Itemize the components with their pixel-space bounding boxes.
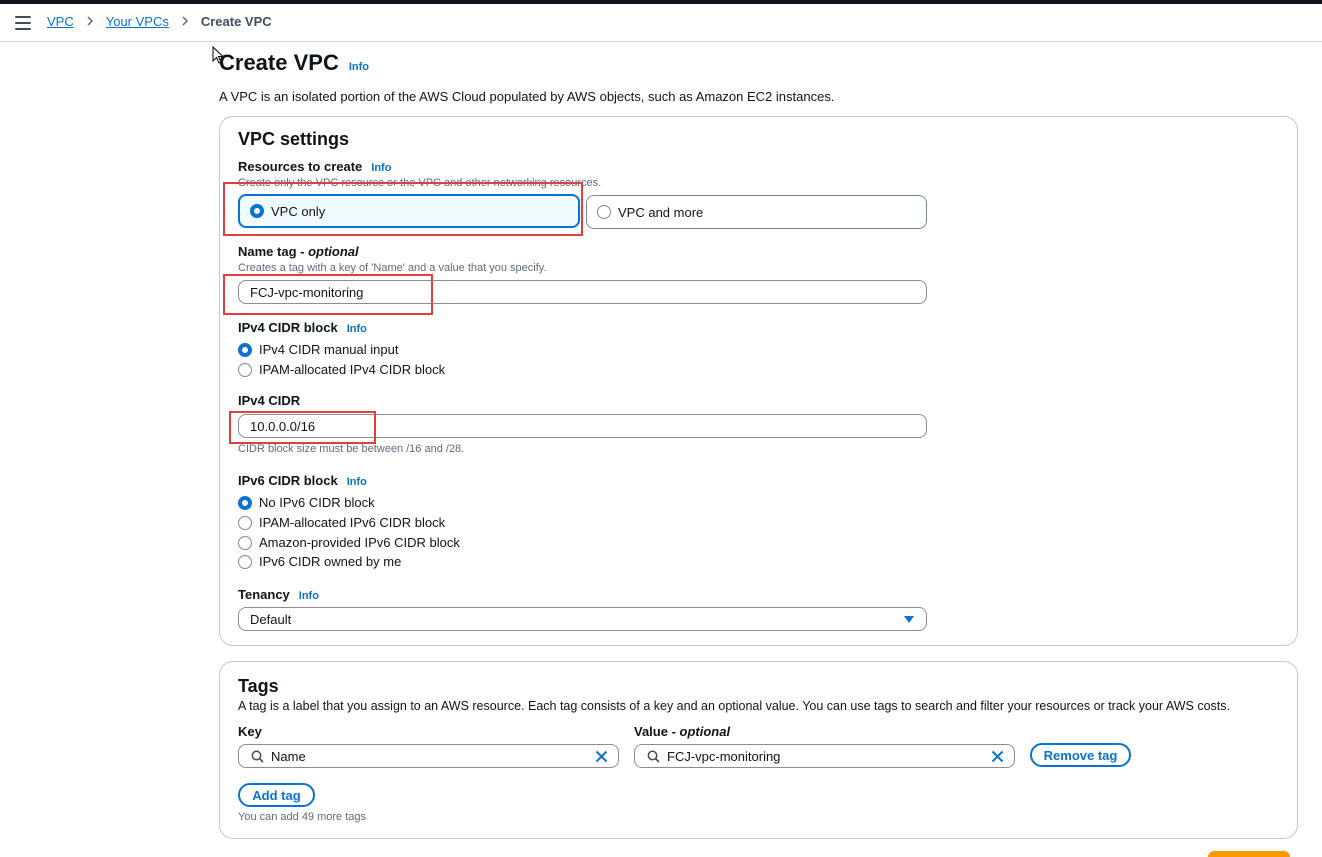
search-icon	[647, 750, 660, 763]
radio-icon	[250, 204, 264, 218]
create-vpc-button-edge[interactable]	[1208, 851, 1290, 857]
menu-icon[interactable]	[15, 16, 31, 30]
ipv4-ipam-label: IPAM-allocated IPv4 CIDR block	[259, 362, 446, 377]
chevron-right-icon	[181, 14, 189, 29]
radio-icon	[238, 342, 252, 357]
page-title: Create VPC Info	[219, 50, 369, 76]
ipv6-ipam-radio[interactable]: IPAM-allocated IPv6 CIDR block	[238, 515, 445, 530]
page-info-link[interactable]: Info	[349, 61, 369, 73]
radio-icon	[238, 535, 252, 550]
page-description: A VPC is an isolated portion of the AWS …	[219, 89, 835, 104]
add-tag-button[interactable]: Add tag	[238, 783, 315, 807]
close-icon[interactable]	[991, 750, 1004, 763]
breadcrumb: VPC Your VPCs Create VPC	[47, 14, 272, 29]
tag-key-value: Name	[271, 748, 306, 764]
ipv6-owned-label: IPv6 CIDR owned by me	[259, 554, 402, 569]
radio-icon	[238, 515, 252, 530]
name-tag-description: Creates a tag with a key of 'Name' and a…	[238, 262, 547, 274]
search-icon	[251, 750, 264, 763]
ipv6-owned-radio[interactable]: IPv6 CIDR owned by me	[238, 554, 401, 569]
ipv6-block-label: IPv6 CIDR block Info	[238, 473, 367, 488]
top-navigation: VPC Your VPCs Create VPC	[0, 4, 1322, 42]
tenancy-info-link[interactable]: Info	[299, 590, 319, 602]
vpc-settings-panel: VPC settings Resources to create Info Cre…	[219, 116, 1298, 646]
ipv6-none-radio[interactable]: No IPv6 CIDR block	[238, 495, 375, 510]
resources-description: Create only the VPC resource or the VPC …	[238, 177, 602, 189]
ipv4-manual-radio[interactable]: IPv4 CIDR manual input	[238, 342, 398, 357]
tag-value-optional: optional	[679, 724, 731, 739]
name-tag-input[interactable]: FCJ-vpc-monitoring	[238, 280, 927, 304]
vpc-and-more-tile[interactable]: VPC and more	[586, 195, 927, 229]
ipv4-block-label: IPv4 CIDR block Info	[238, 320, 367, 335]
tags-limit-text: You can add 49 more tags	[238, 811, 367, 823]
vpc-settings-heading: VPC settings	[238, 129, 350, 149]
ipv6-none-label: No IPv6 CIDR block	[259, 495, 375, 510]
tag-key-label: Key	[238, 724, 262, 739]
caret-down-icon	[904, 616, 914, 623]
resources-info-link[interactable]: Info	[371, 162, 391, 174]
name-tag-label: Name tag - optional	[238, 244, 359, 259]
ipv4-manual-label: IPv4 CIDR manual input	[259, 342, 399, 357]
ipv6-amazon-label: Amazon-provided IPv6 CIDR block	[259, 535, 460, 550]
ipv4-block-label-text: IPv4 CIDR block	[238, 320, 338, 335]
ipv6-block-info-link[interactable]: Info	[347, 476, 367, 488]
chevron-right-icon	[86, 14, 94, 29]
ipv6-block-label-text: IPv6 CIDR block	[238, 473, 338, 488]
radio-icon	[238, 362, 252, 377]
radio-icon	[597, 205, 611, 219]
tags-heading: Tags	[238, 676, 279, 696]
breadcrumb-your-vpcs-link[interactable]: Your VPCs	[106, 14, 169, 29]
page-title-text: Create VPC	[219, 50, 339, 75]
tags-panel: Tags A tag is a label that you assign to…	[219, 661, 1298, 839]
vpc-only-label: VPC only	[271, 203, 326, 219]
ipv4-ipam-radio[interactable]: IPAM-allocated IPv4 CIDR block	[238, 362, 445, 377]
close-icon[interactable]	[595, 750, 608, 763]
ipv4-cidr-input[interactable]: 10.0.0.0/16	[238, 414, 927, 438]
radio-icon	[238, 495, 252, 510]
ipv4-block-info-link[interactable]: Info	[347, 323, 367, 335]
name-tag-optional: optional	[308, 244, 359, 259]
tag-value-label: Value - optional	[634, 724, 730, 739]
ipv4-cidr-label: IPv4 CIDR	[238, 393, 301, 408]
tenancy-label-text: Tenancy	[238, 587, 290, 602]
resources-label: Resources to create Info	[238, 159, 391, 174]
tenancy-select[interactable]: Default	[238, 607, 927, 631]
ipv6-amazon-radio[interactable]: Amazon-provided IPv6 CIDR block	[238, 535, 460, 550]
ipv4-cidr-constraint: CIDR block size must be between /16 and …	[238, 443, 465, 455]
tag-value-label-text: Value -	[634, 724, 680, 739]
tags-description: A tag is a label that you assign to an A…	[238, 699, 1230, 713]
vpc-only-tile[interactable]: VPC only	[238, 194, 580, 228]
breadcrumb-vpc-link[interactable]: VPC	[47, 14, 74, 29]
vpc-and-more-label: VPC and more	[618, 204, 704, 220]
tag-value-value: FCJ-vpc-monitoring	[667, 748, 781, 764]
resources-label-text: Resources to create	[238, 159, 363, 174]
tenancy-label: Tenancy Info	[238, 587, 319, 602]
tag-key-input[interactable]: Name	[238, 744, 619, 768]
tag-value-input[interactable]: FCJ-vpc-monitoring	[634, 744, 1015, 768]
ipv6-ipam-label: IPAM-allocated IPv6 CIDR block	[259, 515, 446, 530]
tenancy-value: Default	[250, 611, 292, 627]
radio-icon	[238, 554, 252, 569]
name-tag-label-text: Name tag -	[238, 244, 309, 259]
remove-tag-button[interactable]: Remove tag	[1030, 743, 1131, 767]
breadcrumb-current: Create VPC	[200, 14, 272, 29]
